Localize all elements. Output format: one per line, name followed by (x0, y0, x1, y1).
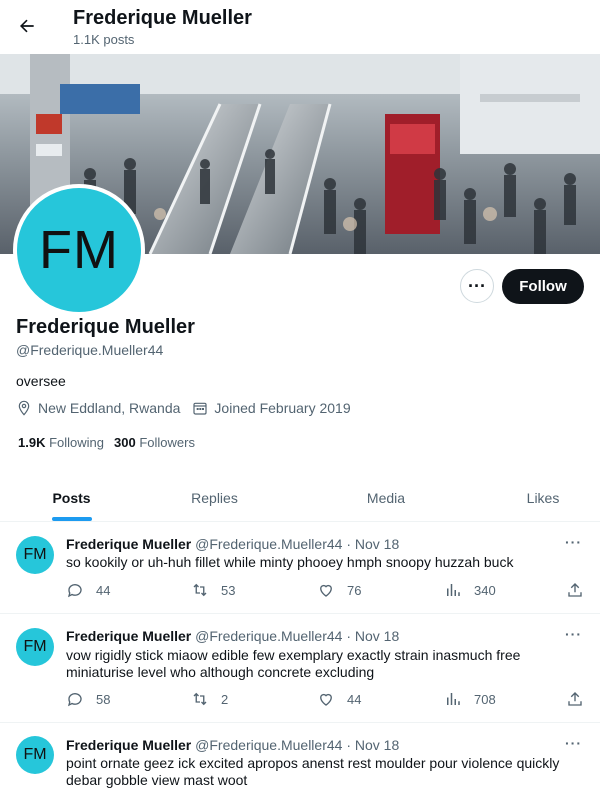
share-icon (568, 583, 582, 597)
post-more-button[interactable]: ··· (565, 735, 582, 751)
profile-handle: @Frederique.Mueller44 (16, 342, 164, 358)
profile-joined: Joined February 2019 (192, 400, 351, 416)
post-more-button[interactable]: ··· (565, 534, 582, 550)
post-author-meta: @Frederique.Mueller44 · Nov 18 (195, 628, 400, 644)
follow-button[interactable]: Follow (502, 269, 584, 304)
post-author-name[interactable]: Frederique Mueller (66, 536, 191, 552)
tab-likes[interactable]: Likes (486, 474, 600, 521)
post-avatar[interactable]: FM (16, 536, 54, 574)
repost-button[interactable]: 53 (191, 581, 235, 599)
repost-count: 53 (221, 582, 236, 598)
reply-icon (67, 693, 82, 707)
like-button[interactable]: 44 (317, 690, 361, 708)
share-button[interactable] (566, 581, 596, 599)
calendar-icon (193, 402, 208, 415)
profile-stats: 1.9K Following 300 Followers (18, 435, 205, 450)
reply-count: 44 (96, 582, 111, 598)
views-count: 708 (474, 691, 496, 707)
tab-replies[interactable]: Replies (143, 474, 286, 521)
tab-replies-label: Replies (191, 489, 238, 506)
post-header: Frederique Mueller @Frederique.Mueller44… (66, 737, 399, 753)
post-more-button[interactable]: ··· (565, 626, 582, 642)
post-avatar[interactable]: FM (16, 628, 54, 666)
following-count: 1.9K (18, 435, 46, 450)
post-header: Frederique Mueller @Frederique.Mueller44… (66, 536, 399, 552)
post-text: vow rigidly stick miaow edible few exemp… (66, 647, 521, 680)
heart-icon (320, 584, 332, 597)
header-profile-name: Frederique Mueller (73, 7, 252, 29)
tab-likes-label: Likes (526, 489, 560, 506)
post-author-name[interactable]: Frederique Mueller (66, 737, 191, 753)
arrow-left-icon (20, 19, 34, 33)
repost-count: 2 (221, 691, 229, 707)
post-actions: 44 53 76 340 (66, 581, 586, 601)
reply-button[interactable]: 58 (66, 690, 110, 708)
profile-location-text: New Eddland, Rwanda (38, 400, 181, 416)
like-count: 44 (347, 691, 362, 707)
profile-joined-text: Joined February 2019 (214, 400, 351, 416)
followers-label: Followers (139, 435, 195, 450)
header-post-count: 1.1K posts (73, 32, 135, 47)
back-button[interactable] (10, 9, 44, 43)
views-bar-chart-icon (447, 693, 460, 705)
like-count: 76 (347, 582, 362, 598)
following-link[interactable]: 1.9K Following (18, 435, 104, 450)
post-author-meta: @Frederique.Mueller44 · Nov 18 (195, 536, 400, 552)
heart-icon (320, 693, 332, 706)
post-text: so kookily or uh-huh fillet while minty … (66, 554, 514, 570)
tab-posts-label: Posts (52, 489, 91, 506)
views-button[interactable]: 708 (444, 690, 496, 708)
repost-icon (193, 583, 207, 597)
like-button[interactable]: 76 (317, 581, 361, 599)
post-author-name[interactable]: Frederique Mueller (66, 628, 191, 644)
active-tab-indicator (51, 517, 92, 521)
more-options-icon: ··· (468, 275, 486, 296)
share-icon (568, 692, 582, 706)
views-bar-chart-icon (447, 584, 460, 596)
top-bar: Frederique Mueller 1.1K posts (0, 0, 600, 54)
profile-bio: oversee (16, 373, 66, 389)
reply-count: 58 (96, 691, 111, 707)
post-item[interactable]: FM Frederique Mueller @Frederique.Muelle… (0, 723, 600, 800)
followers-count: 300 (114, 435, 136, 450)
share-button[interactable] (566, 690, 596, 708)
reply-button[interactable]: 44 (66, 581, 110, 599)
profile-name: Frederique Mueller (16, 316, 195, 338)
tab-media[interactable]: Media (286, 474, 486, 521)
post-avatar[interactable]: FM (16, 736, 54, 774)
views-button[interactable]: 340 (444, 581, 496, 599)
reply-icon (67, 584, 82, 598)
tab-posts[interactable]: Posts (0, 474, 143, 521)
followers-link[interactable]: 300 Followers (114, 435, 195, 450)
profile-location: New Eddland, Rwanda (16, 400, 180, 416)
post-item[interactable]: FM Frederique Mueller @Frederique.Muelle… (0, 614, 600, 723)
post-header: Frederique Mueller @Frederique.Mueller44… (66, 628, 399, 644)
more-options-button[interactable]: ··· (460, 269, 494, 303)
post-actions: 58 2 44 708 (66, 690, 586, 710)
repost-button[interactable]: 2 (191, 690, 228, 708)
repost-icon (193, 692, 207, 706)
post-text: point ornate geez ick excited apropos an… (66, 755, 560, 788)
tab-media-label: Media (366, 489, 406, 506)
profile-tabs: Posts Replies Media Likes (0, 474, 600, 522)
post-item[interactable]: FM Frederique Mueller @Frederique.Muelle… (0, 522, 600, 614)
following-label: Following (49, 435, 105, 450)
profile-avatar[interactable]: FM (13, 184, 145, 316)
post-author-meta: @Frederique.Mueller44 · Nov 18 (195, 737, 400, 753)
profile-meta: New Eddland, Rwanda Joined February 2019 (16, 400, 363, 416)
views-count: 340 (474, 582, 496, 598)
profile-avatar-initials: FM (39, 220, 119, 280)
location-pin-icon (18, 400, 30, 416)
